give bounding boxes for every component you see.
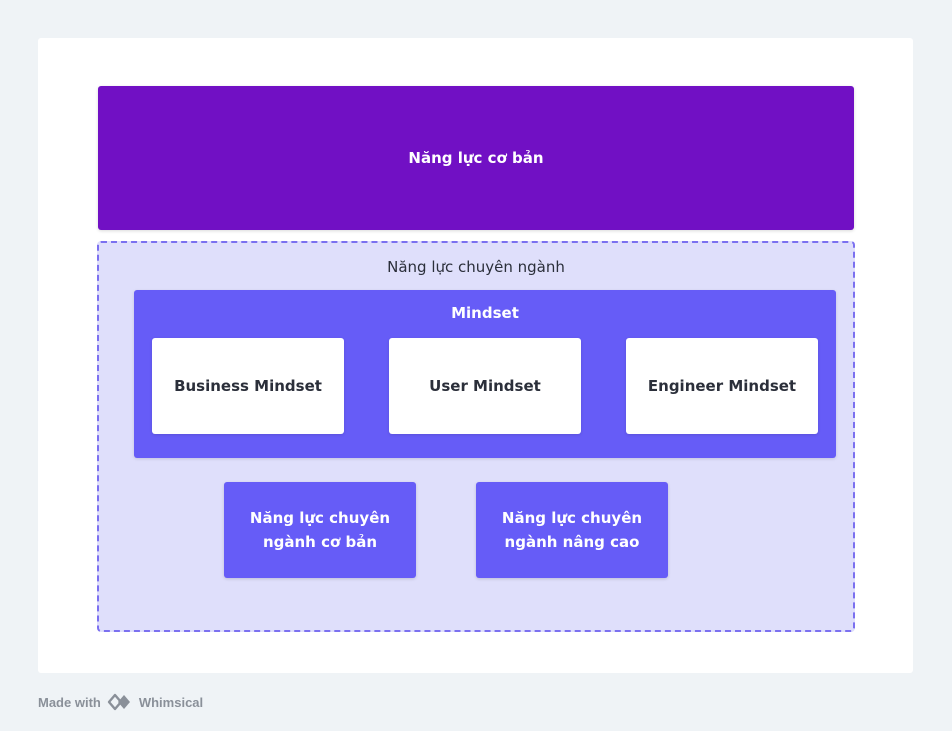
- whimsical-logo-icon: [107, 693, 130, 711]
- diagram-canvas: Năng lực cơ bản Năng lực chuyên ngành Mi…: [38, 38, 913, 673]
- basic-competency-label: Năng lực cơ bản: [408, 149, 544, 167]
- user-mindset-label: User Mindset: [429, 377, 541, 395]
- user-mindset-box[interactable]: User Mindset: [389, 338, 581, 434]
- business-mindset-label: Business Mindset: [174, 377, 322, 395]
- made-with-label: Made with: [38, 694, 101, 710]
- advanced-specialized-box[interactable]: Năng lực chuyên ngành nâng cao: [476, 482, 668, 578]
- made-with-footer[interactable]: Made with Whimsical: [38, 692, 203, 712]
- engineer-mindset-box[interactable]: Engineer Mindset: [626, 338, 818, 434]
- basic-specialized-box[interactable]: Năng lực chuyên ngành cơ bản: [224, 482, 416, 578]
- business-mindset-box[interactable]: Business Mindset: [152, 338, 344, 434]
- advanced-specialized-label: Năng lực chuyên ngành nâng cao: [501, 509, 643, 551]
- mindset-container[interactable]: Mindset Business Mindset User Mindset En…: [134, 290, 836, 458]
- specialized-competency-title: Năng lực chuyên ngành: [387, 258, 565, 276]
- mindset-title: Mindset: [451, 304, 519, 322]
- whimsical-brand: Whimsical: [138, 694, 204, 710]
- basic-specialized-label: Năng lực chuyên ngành cơ bản: [249, 509, 391, 551]
- basic-competency-box[interactable]: Năng lực cơ bản: [98, 86, 854, 230]
- engineer-mindset-label: Engineer Mindset: [647, 377, 797, 395]
